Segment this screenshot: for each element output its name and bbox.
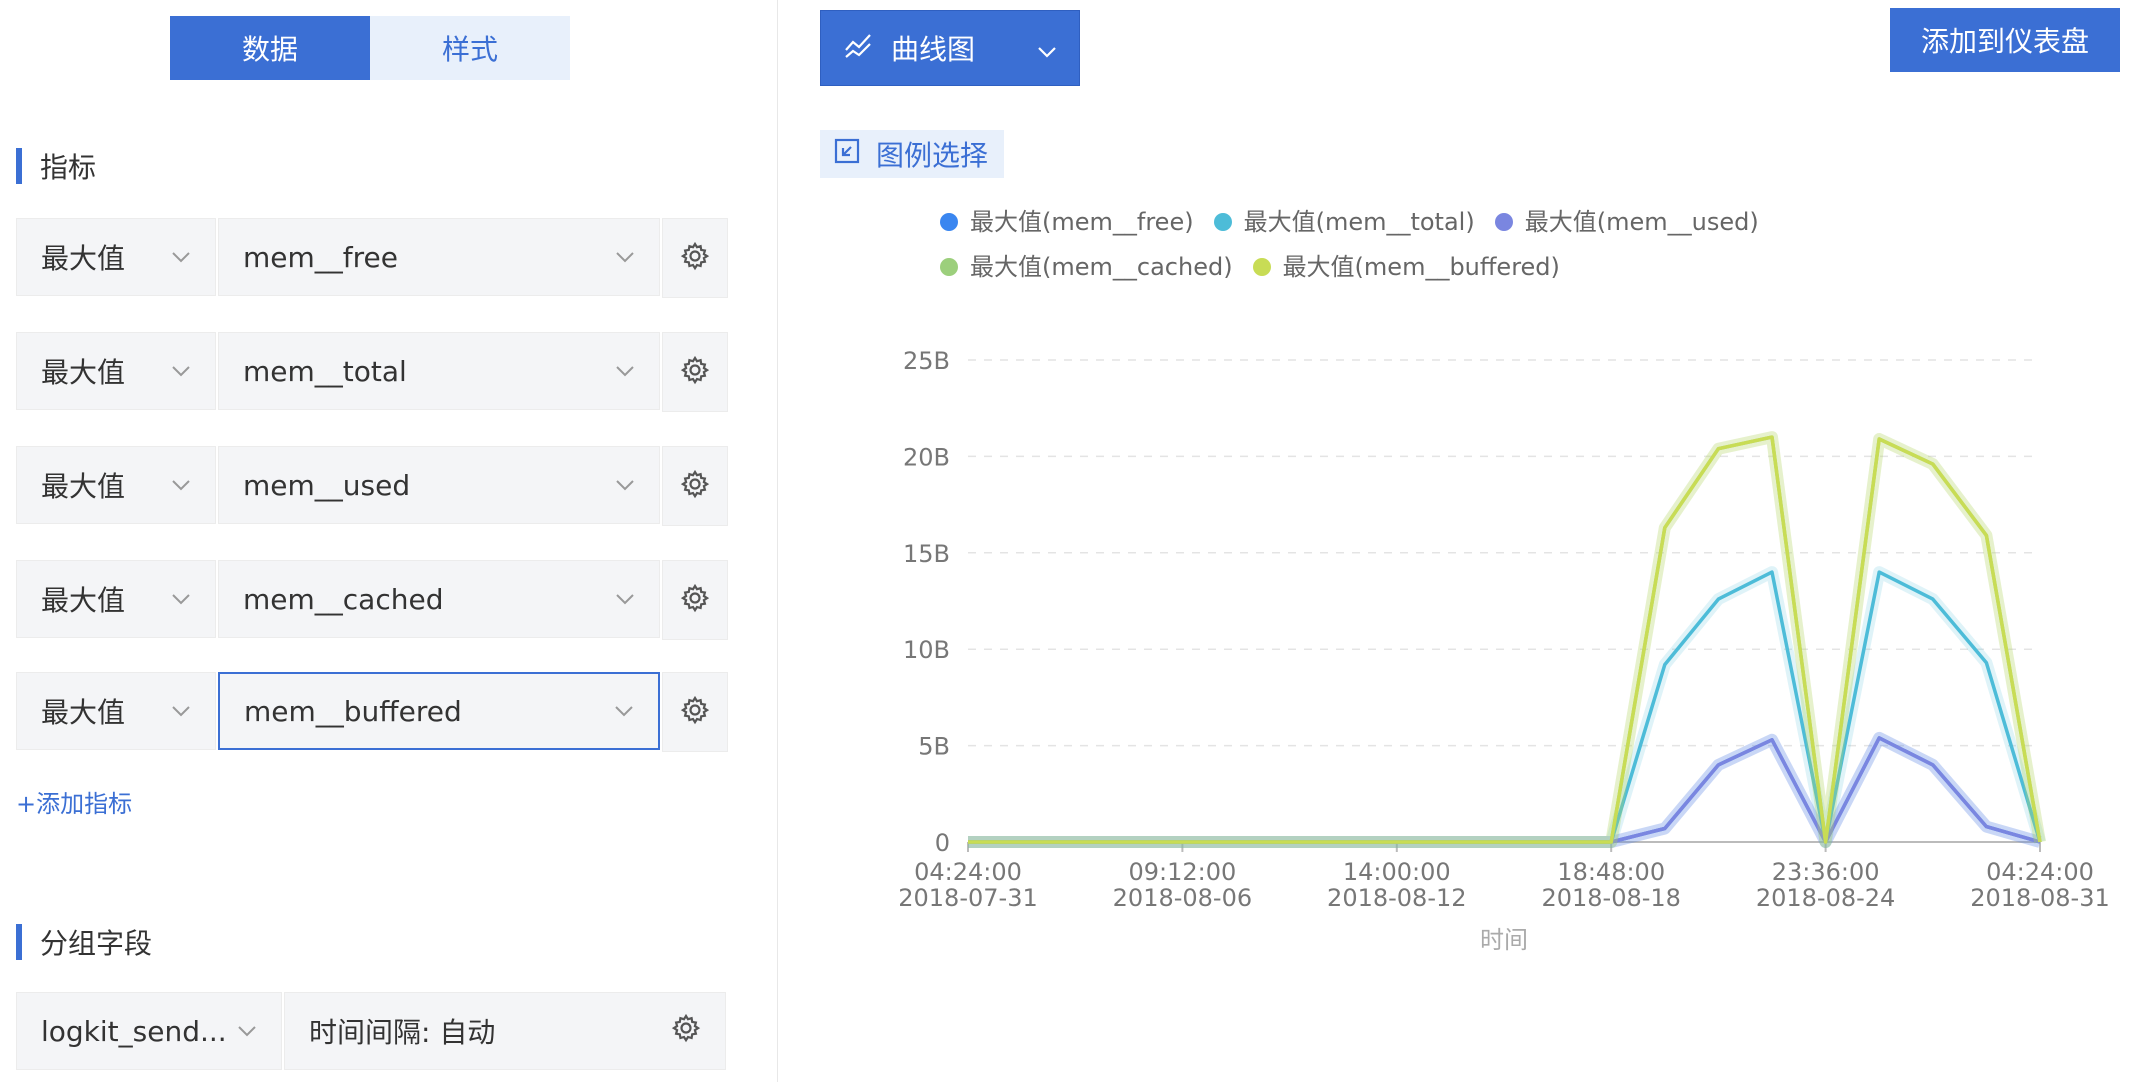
- y-tick-label: 5B: [918, 733, 950, 761]
- series-line-glow: [968, 431, 2046, 848]
- series-line-glow: [968, 731, 2042, 848]
- series-line-glow: [968, 566, 2046, 848]
- series-line: [968, 570, 2042, 844]
- x-tick-date-label: 2018-08-31: [1970, 884, 2109, 912]
- x-tick-time-label: 09:12:00: [1129, 858, 1237, 886]
- x-tick-date-label: 2018-08-18: [1541, 884, 1680, 912]
- series-line-glow: [968, 731, 2042, 848]
- series-line: [968, 736, 2041, 844]
- line-chart: 05B10B15B20B25B04:24:002018-07-3109:12:0…: [898, 347, 2109, 954]
- x-tick-time-label: 23:36:00: [1772, 858, 1880, 886]
- x-tick-date-label: 2018-08-24: [1756, 884, 1895, 912]
- x-tick-date-label: 2018-07-31: [898, 884, 1037, 912]
- y-tick-label: 10B: [903, 636, 950, 664]
- x-tick-time-label: 18:48:00: [1557, 858, 1665, 886]
- y-tick-label: 25B: [903, 347, 950, 375]
- y-tick-label: 0: [935, 829, 950, 857]
- x-tick-date-label: 2018-08-12: [1327, 884, 1466, 912]
- x-tick-time-label: 04:24:00: [914, 858, 1022, 886]
- x-tick-time-label: 04:24:00: [1986, 858, 2094, 886]
- x-axis-title: 时间: [1480, 926, 1528, 954]
- x-tick-time-label: 14:00:00: [1343, 858, 1451, 886]
- x-tick-date-label: 2018-08-06: [1113, 884, 1252, 912]
- series-line-glow: [968, 431, 2046, 848]
- series-line: [968, 736, 2041, 844]
- series-line: [968, 435, 2042, 844]
- y-tick-label: 20B: [903, 443, 950, 471]
- y-tick-label: 15B: [903, 540, 950, 568]
- series-line: [968, 435, 2042, 844]
